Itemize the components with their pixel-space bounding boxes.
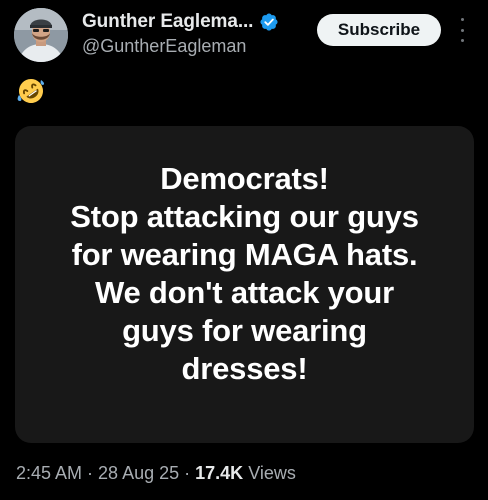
post-text-emoji <box>15 75 47 107</box>
image-text-line: for wearing MAGA hats. <box>71 237 418 272</box>
post-date[interactable]: 28 Aug 25 <box>98 463 179 484</box>
views-label: Views <box>248 463 296 483</box>
post-time[interactable]: 2:45 AM <box>16 463 82 484</box>
verified-badge-icon[interactable] <box>259 12 279 32</box>
author-handle[interactable]: @GuntherEagleman <box>82 36 246 57</box>
meta-separator: · <box>87 463 94 483</box>
author-display-name[interactable]: Gunther Eaglema... <box>82 11 253 33</box>
post-image[interactable]: Democrats! Stop attacking our guys for w… <box>15 126 474 443</box>
image-text-line: We don't attack your <box>94 275 395 310</box>
post-meta: 2:45 AM · 28 Aug 25 · 17.4K Views <box>16 463 296 484</box>
image-text-line: Democrats! <box>160 161 329 196</box>
post-header: Gunther Eaglema... @GuntherEagleman Subs… <box>0 0 488 70</box>
subscribe-button[interactable]: Subscribe <box>317 14 441 46</box>
views-count[interactable]: 17.4K <box>195 463 243 484</box>
image-text-line: guys for wearing <box>122 313 367 348</box>
image-text-block: Democrats! Stop attacking our guys for w… <box>15 160 474 388</box>
meta-separator: · <box>184 463 191 483</box>
rolling-on-floor-laughing-emoji <box>17 79 45 103</box>
more-vertical-icon[interactable] <box>455 18 469 42</box>
author-avatar[interactable] <box>14 8 68 62</box>
image-text-line: dresses! <box>181 351 308 386</box>
author-name-row: Gunther Eaglema... <box>82 10 279 34</box>
avatar-photo <box>14 8 68 62</box>
image-text-line: Stop attacking our guys <box>70 199 419 234</box>
